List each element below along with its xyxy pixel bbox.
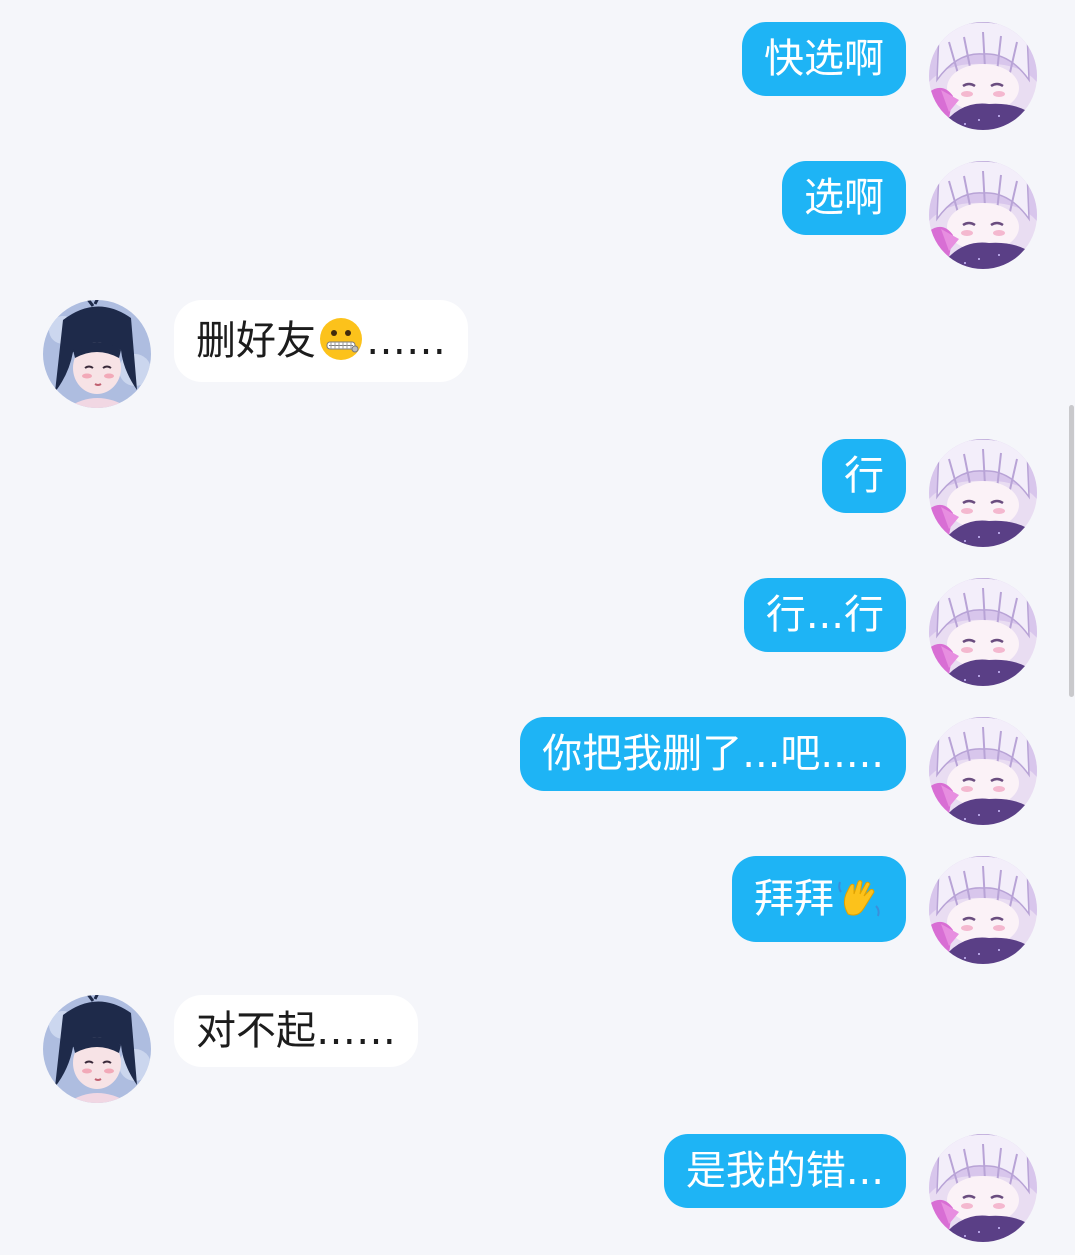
lavender-anime-girl-avatar-icon [929,22,1037,130]
contact-avatar[interactable] [43,300,151,408]
lavender-anime-girl-avatar-icon [929,161,1037,269]
user-avatar[interactable] [929,22,1037,130]
message-text: 行...行 [765,592,884,638]
lavender-anime-girl-avatar-icon [929,439,1037,547]
waving-hand-emoji-icon [836,874,882,920]
outgoing-message-bubble[interactable]: 是我的错... [663,1134,906,1208]
incoming-message-bubble[interactable]: 对不起…… [174,995,418,1067]
message-text: 对不起…… [196,1008,396,1054]
message-row-outgoing: 是我的错... [0,1134,1075,1244]
message-row-incoming: 对不起…… [0,995,1075,1105]
message-text: 删好友 [196,318,316,364]
outgoing-message-bubble[interactable]: 拜拜 [732,856,906,942]
message-text: 拜拜 [754,876,834,922]
outgoing-message-bubble[interactable]: 行...行 [743,578,906,652]
user-avatar[interactable] [929,717,1037,825]
dark-haired-anime-girl-avatar-icon [43,300,151,408]
lavender-anime-girl-avatar-icon [929,578,1037,686]
message-row-outgoing: 你把我删了...吧..... [0,717,1075,827]
lavender-anime-girl-avatar-icon [929,1134,1037,1242]
lavender-anime-girl-avatar-icon [929,856,1037,964]
message-text: 行 [844,453,884,499]
message-row-outgoing: 拜拜 [0,856,1075,966]
zipper-mouth-face-emoji-icon [318,316,364,362]
message-text: 是我的错... [685,1148,884,1194]
user-avatar[interactable] [929,1134,1037,1242]
message-row-outgoing: 快选啊 [0,22,1075,132]
outgoing-message-bubble[interactable]: 你把我删了...吧..... [520,717,906,791]
scrollbar-thumb[interactable] [1069,405,1074,697]
user-avatar[interactable] [929,856,1037,964]
user-avatar[interactable] [929,578,1037,686]
message-text-suffix: …… [366,318,446,364]
message-row-incoming: 删好友 …… [0,300,1075,410]
contact-avatar[interactable] [43,995,151,1103]
message-text: 你把我删了...吧..... [542,731,884,777]
message-text: 快选啊 [764,36,884,82]
incoming-message-bubble[interactable]: 删好友 …… [174,300,468,382]
dark-haired-anime-girl-avatar-icon [43,995,151,1103]
outgoing-message-bubble[interactable]: 选啊 [782,161,906,235]
message-text: 选啊 [804,175,884,221]
outgoing-message-bubble[interactable]: 快选啊 [742,22,906,96]
message-row-outgoing: 行...行 [0,578,1075,688]
user-avatar[interactable] [929,439,1037,547]
lavender-anime-girl-avatar-icon [929,717,1037,825]
user-avatar[interactable] [929,161,1037,269]
outgoing-message-bubble[interactable]: 行 [822,439,906,513]
message-row-outgoing: 选啊 [0,161,1075,271]
chat-thread[interactable]: 快选啊 选啊 删好友 …… 行 行...行 你把我删了...吧..... 拜拜 对… [0,0,1075,1255]
message-row-outgoing: 行 [0,439,1075,549]
